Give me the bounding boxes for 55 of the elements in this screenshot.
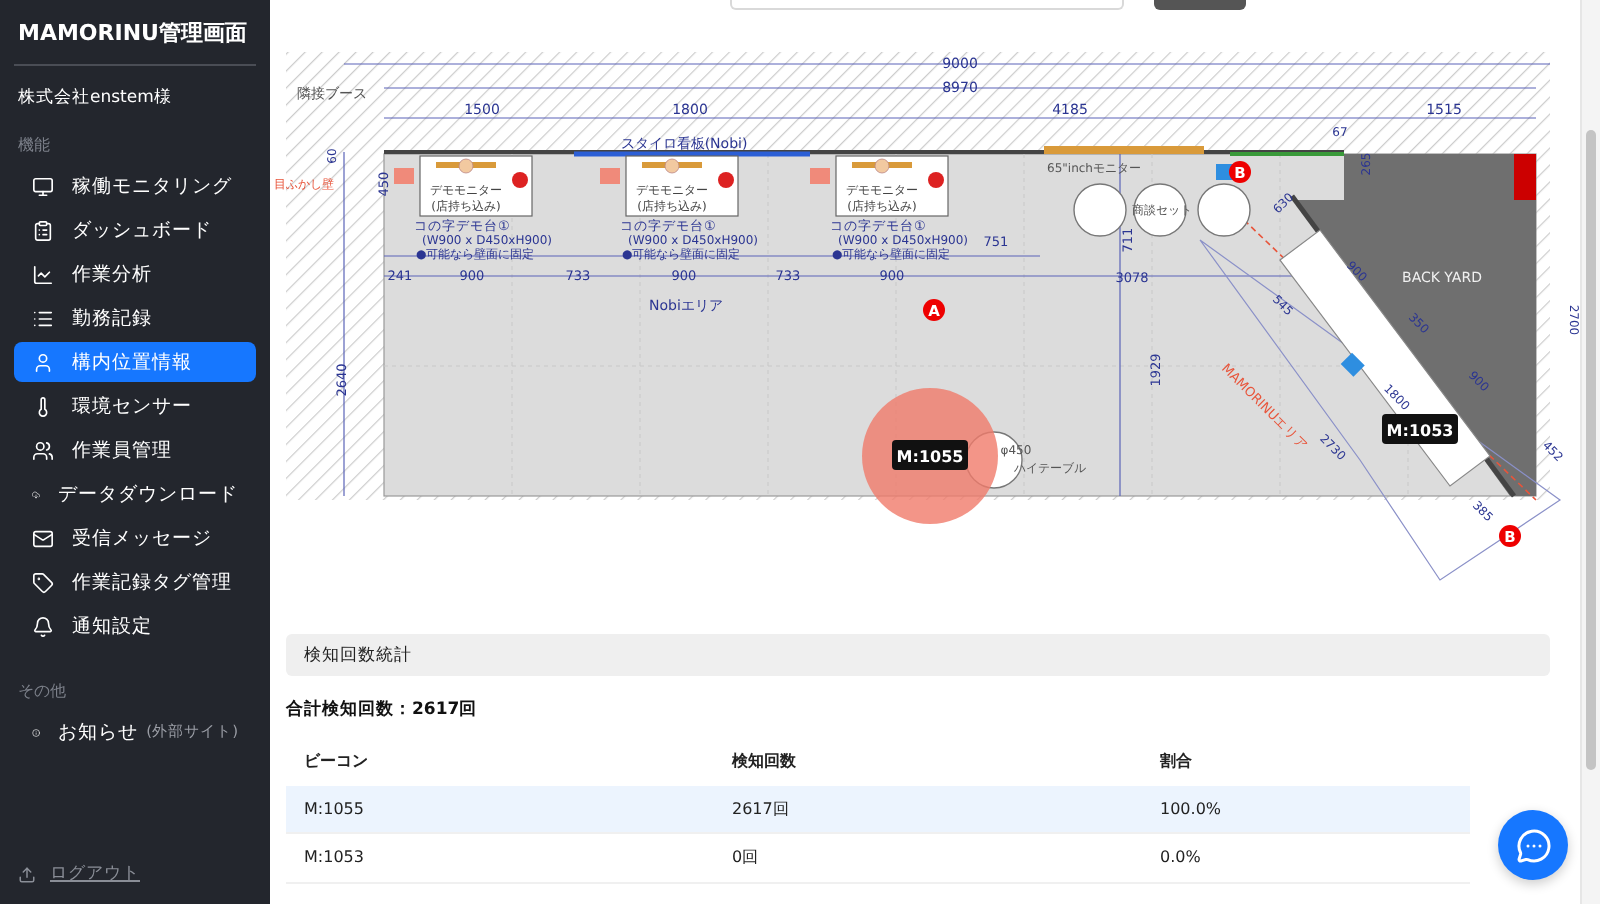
column-header: 割合 (1160, 750, 1194, 773)
nav-icon (32, 175, 54, 197)
nav-item[interactable]: 作業員管理 (14, 430, 256, 470)
nav-item[interactable]: 環境センサー (14, 386, 256, 426)
column-header: 検知回数 (732, 750, 798, 773)
sensor-icon (1340, 352, 1365, 377)
nav-item[interactable]: 作業分析 (14, 254, 256, 294)
nav-item[interactable]: 作業記録タグ管理 (14, 562, 256, 602)
nav-icon (32, 615, 54, 637)
nav-item[interactable]: データダウンロード (14, 474, 256, 514)
corner-mark (1514, 154, 1536, 200)
action-button[interactable] (1154, 0, 1246, 10)
nav-icon (32, 263, 54, 285)
table-row[interactable]: M:1053 0回 0.0% (286, 834, 1470, 883)
section-title: 検知回数統計 (286, 634, 1550, 676)
table-cell-text: 2617回 (732, 797, 791, 820)
nav-icon (32, 527, 54, 549)
speaker-shape (600, 168, 620, 184)
app-title: MAMORINU管理画面 (14, 0, 256, 66)
chat-button[interactable] (1498, 810, 1568, 880)
input-field[interactable] (730, 0, 1124, 10)
section-heading: その他 (16, 680, 68, 704)
table-cell-text: M:1053 (304, 848, 366, 867)
column-header: ビーコン (304, 750, 370, 773)
table-shape (1133, 183, 1187, 237)
nav-item[interactable]: 受信メッセージ (14, 518, 256, 558)
scrollbar-thumb[interactable] (1586, 130, 1596, 770)
beacon-tag[interactable]: M:1053 (1382, 414, 1458, 444)
table-shape (1197, 183, 1251, 237)
nav-icon (32, 439, 54, 461)
table-cell-text: 0.0% (1160, 848, 1203, 867)
logout-link[interactable]: ログアウト (14, 862, 256, 904)
table-row[interactable]: M:1055 2617回 100.0% (286, 785, 1470, 834)
desk-drawing (835, 155, 949, 217)
account-name: 株式会社enstem様 (16, 86, 174, 112)
nav-item[interactable]: ダッシュボード (14, 210, 256, 250)
total-count: 合計検知回数：2617回 (286, 697, 480, 724)
nav-item[interactable]: 稼働モニタリング (14, 166, 256, 206)
logout-icon (18, 865, 36, 883)
table-cell-text: 100.0% (1160, 799, 1224, 818)
desk-drawing (625, 155, 739, 217)
speaker-shape (810, 168, 830, 184)
nav-icon (32, 571, 54, 593)
speaker-shape (394, 168, 414, 184)
nav-item[interactable]: 勤務記録 (14, 298, 256, 338)
table-cell-text: M:1055 (304, 799, 366, 818)
chat-icon (1515, 827, 1551, 863)
nav-icon (32, 219, 54, 241)
nav-item[interactable]: 構内位置情報 (14, 342, 256, 382)
table-cell-text: 0回 (732, 846, 761, 869)
section-heading: 機能 (16, 134, 52, 158)
nav-item[interactable]: 通知設定 (14, 606, 256, 646)
nav-icon (32, 351, 54, 373)
beacon-tag[interactable]: M:1055 (892, 440, 968, 470)
desk-drawing (419, 155, 533, 217)
